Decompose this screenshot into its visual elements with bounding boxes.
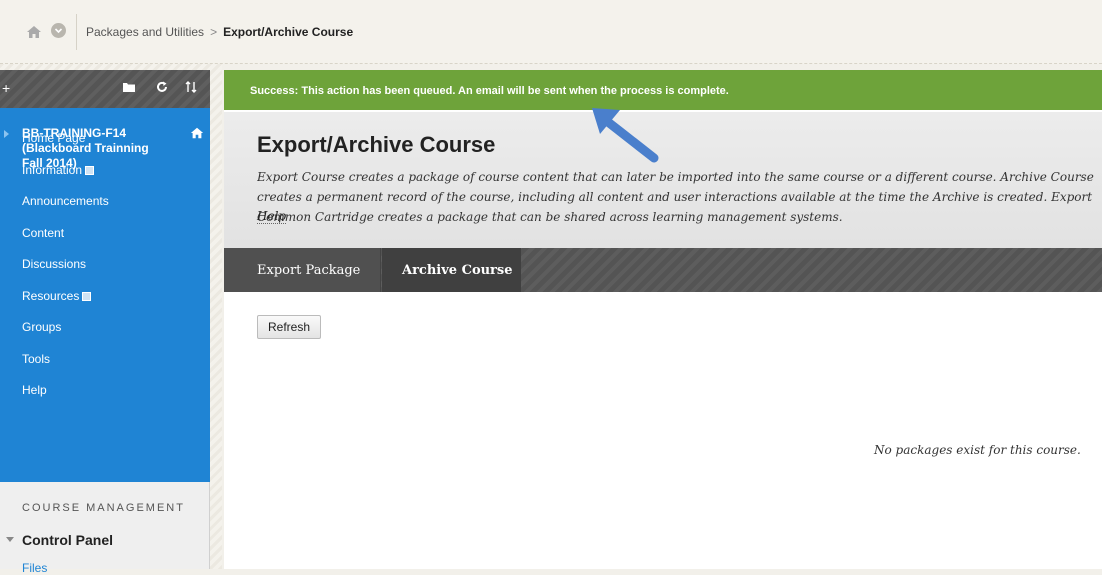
page-description: Export Course creates a package of cours… [257, 170, 1094, 224]
sidebar-item-label: Announcements [22, 194, 109, 208]
empty-state-message: No packages exist for this course. [874, 443, 1081, 457]
page-title: Export/Archive Course [257, 132, 496, 157]
sidebar-item-label: Groups [22, 320, 62, 334]
sidebar-item-label: Discussions [22, 257, 87, 271]
home-icon[interactable] [26, 24, 42, 40]
sidebar-item-resources[interactable]: Resources [22, 289, 92, 303]
sidebar-item-label: Tools [22, 352, 51, 366]
folder-icon[interactable] [122, 80, 136, 97]
sidebar-item-label: Help [22, 383, 47, 397]
breadcrumb-parent[interactable]: Packages and Utilities [86, 25, 204, 39]
breadcrumb-separator: > [210, 25, 218, 39]
sidebar-item-groups[interactable]: Groups [22, 320, 61, 334]
annotation-arrow [592, 108, 659, 163]
sidebar-item-content[interactable]: Content [22, 226, 64, 240]
breadcrumb: Packages and Utilities > Export/Archive Co… [86, 25, 353, 39]
help-link[interactable]: Help [257, 209, 287, 224]
course-management-panel: COURSE MANAGEMENT Control Panel Files [0, 482, 210, 575]
refresh-button[interactable]: Refresh [257, 315, 322, 339]
sidebar-item-label: Information [22, 163, 83, 177]
add-icon[interactable]: + [2, 80, 10, 96]
sidebar-item-home-page[interactable]: Home Page [22, 131, 85, 145]
tab-bar: Export Package Archive Course [224, 248, 1102, 292]
sidebar-item-label: Resources [22, 289, 80, 303]
breadcrumb-current: Export/Archive Course [223, 25, 354, 39]
sidebar-item-label: Home Page [22, 131, 86, 145]
tab-archive-course[interactable]: Archive Course [382, 248, 521, 292]
divider [76, 14, 77, 50]
content-indicator-icon [85, 166, 95, 175]
breadcrumb-bar: Packages and Utilities > Export/Archive Co… [0, 0, 1102, 64]
refresh-icon[interactable] [155, 80, 169, 97]
sidebar-item-label: Content [22, 226, 65, 240]
course-management-heading: COURSE MANAGEMENT [22, 502, 185, 514]
expand-arrow-icon[interactable] [6, 537, 14, 542]
chevron-down-icon[interactable] [51, 23, 66, 38]
collapse-arrow-icon[interactable] [4, 130, 9, 138]
course-menu: BB-TRAINING-F14 (Blackboard Trainning Fa… [0, 108, 210, 482]
sidebar-item-help[interactable]: Help [22, 383, 47, 397]
sidebar-item-discussions[interactable]: Discussions [22, 257, 86, 271]
sidebar-item-announcements[interactable]: Announcements [22, 194, 109, 208]
home-icon[interactable] [190, 126, 204, 140]
control-panel-label[interactable]: Control Panel [22, 532, 113, 548]
reorder-icon[interactable] [184, 80, 198, 97]
files-link[interactable]: Files [22, 561, 47, 575]
sidebar-item-information[interactable]: Information [22, 163, 95, 177]
sidebar-item-tools[interactable]: Tools [22, 352, 50, 366]
content-indicator-icon [82, 292, 92, 301]
sidebar-toolbar: + [0, 70, 210, 108]
tab-export-package[interactable]: Export Package [224, 248, 381, 292]
